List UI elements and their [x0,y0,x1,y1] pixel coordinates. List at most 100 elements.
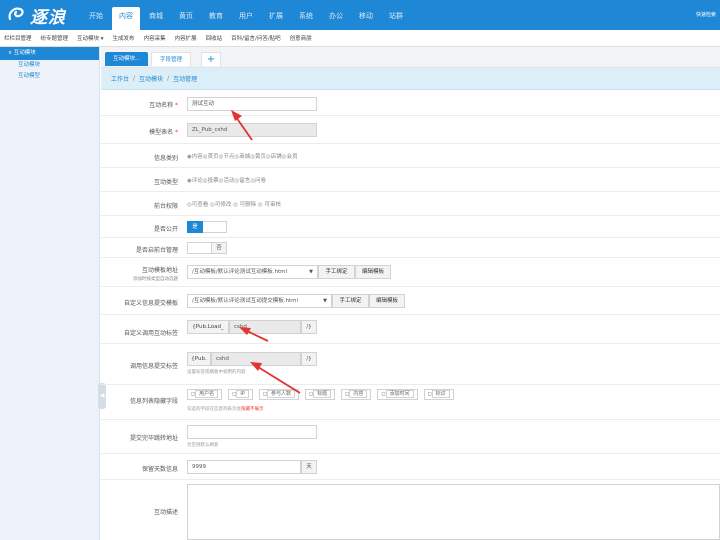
breadcrumb: 工作台 / 互动模块 / 互动管理 [101,68,720,90]
info-type-radios[interactable]: ◉内容◎首页◎节点◎商城◎黄页◎店铺◎会员 [187,152,298,160]
name-input[interactable]: 测试互动 [187,97,317,111]
subnav-creative[interactable]: 创意商朋 [290,34,312,42]
nav-mobile[interactable]: 移动 [352,7,380,25]
nav-site-group[interactable]: 站群 [382,7,410,25]
tab-interactive-module[interactable]: 互动模块... [105,52,149,66]
row-info-type: 信息类别 ◉内容◎首页◎节点◎商城◎黄页◎店铺◎会员 [101,144,720,168]
custom-tag-input[interactable]: cshd [229,320,301,334]
row-name: 互动名称 * 测试互动 [101,90,720,116]
template-label: 互动模板地址 添加时按类型自动选题 [133,267,178,282]
sidebar-item-interactive-module[interactable]: 互动模块 [0,60,99,71]
table-name-label: 模型表名 * [149,129,178,136]
retention-days-label: 保留天数信息 [141,466,178,473]
info-type-label: 信息类别 [153,155,178,162]
row-retention-days: 保留天数信息 9999 天 [101,454,720,480]
subnav-topic-mgmt[interactable]: 纷专题管理 [41,34,69,42]
nav-office[interactable]: 办公 [322,7,350,25]
row-call-tag: 调用信息提交标签 {Pub. cshd /} 设置标签或模板中调用的内容 [101,344,720,385]
add-tab-button[interactable]: + [201,52,221,66]
breadcrumb-interactive-management: 互动管理 [173,76,198,83]
subnav-column-mgmt[interactable]: 栏栏目管理 [4,34,32,42]
row-submit-template: 自定义信息提交模板 /互动模板/默认评论测试互动提交模板.html ▼ 手工绑定 … [101,287,720,315]
subnav-recycle-bin[interactable]: 回收站 [206,34,223,42]
row-custom-tag: 自定义调用互动标签 {Pub.Load_ cshd /} [101,315,720,344]
custom-tag-label: 自定义调用互动标签 [123,330,178,337]
submit-template-select[interactable]: /互动模板/默认评论测试互动提交模板.html ▼ [187,294,332,308]
tab-field-management[interactable]: 字段管理 [151,52,192,66]
custom-tag-prefix: {Pub.Load_ [187,320,229,334]
manual-bind-button[interactable]: 手工绑定 [318,265,355,279]
sidebar: ∨ 互动模块 互动模块 互动模型 [0,47,100,540]
call-tag-hint: 设置标签或模板中调用的内容 [187,370,246,375]
row-hidden-fields: 信息列表隐藏字段 ◻ 用户名 ◻ IP ◻ 参与人数 ◻ 标题 ◻ 内容 ◻ 添加时间 ◻ 标… [101,385,720,420]
manual-bind-button-2[interactable]: 手工绑定 [332,294,369,308]
row-description: 互动描述 [101,480,720,540]
hidden-fields-hint: 勾选的字段在信息列表页会隐藏不展示 [187,407,264,412]
field-checkbox-identifier[interactable]: ◻ 标识 [423,389,454,400]
sidebar-item-interactive-model[interactable]: 互动模型 [0,71,99,82]
nav-yellow-pages[interactable]: 黄页 [172,7,200,25]
field-checkbox-participants[interactable]: ◻ 参与人数 [258,389,299,400]
call-tag-prefix: {Pub. [187,352,211,366]
row-frontend-mgmt: 是否启前台管理 否 [101,238,720,258]
redirect-input[interactable] [187,425,317,439]
frontend-mgmt-label: 是否启前台管理 [135,247,178,254]
edit-template-button[interactable]: 编辑模板 [355,265,391,279]
interactive-form: 互动名称 * 测试互动 模型表名 * ZL_Pub_cshd 信息类别 ◉内容◎… [101,90,720,540]
nav-shop[interactable]: 商城 [142,7,170,25]
custom-tag-suffix: /} [301,320,317,334]
template-select[interactable]: /互动模板/默认评论测试互动模板.html ▼ [187,265,318,279]
logo[interactable]: 逐浪 [6,4,66,28]
breadcrumb-interactive-module[interactable]: 互动模块 [139,74,163,83]
row-table-name: 模型表名 * ZL_Pub_cshd [101,116,720,144]
subnav-collect[interactable]: 内容采集 [144,34,166,42]
field-checkbox-ip[interactable]: ◻ IP [228,389,253,400]
call-tag-label: 调用信息提交标签 [129,363,178,370]
nav-system[interactable]: 系统 [292,7,320,25]
sub-navigation-bar: 栏栏目管理 纷专题管理 互动模块 ▾ 生成发布 内容采集 内容扩展 回收站 百科… [0,30,720,47]
nav-users[interactable]: 用户 [232,7,260,25]
interact-type-radios[interactable]: ◉评论◎投票◎活动◎留言◎问卷 [187,176,266,184]
nav-content[interactable]: 内容 [112,7,140,30]
field-checkbox-added-time[interactable]: ◻ 添加时间 [377,389,418,400]
call-tag-suffix: /} [301,352,317,366]
subnav-extend[interactable]: 内容扩展 [175,34,197,42]
permissions-label: 前台权限 [153,203,178,210]
sidebar-header[interactable]: ∨ 互动模块 [0,47,99,60]
chevron-down-icon: ▼ [309,269,313,275]
retention-days-input[interactable]: 9999 [187,460,301,474]
frontend-mgmt-toggle-off[interactable]: 否 [211,242,227,254]
hidden-fields-label: 信息列表隐藏字段 [129,398,178,405]
nav-extensions[interactable]: 扩展 [262,7,290,25]
nav-education[interactable]: 教育 [202,7,230,25]
subnav-publish[interactable]: 生成发布 [113,34,135,42]
top-navigation-bar: 逐浪 开始 内容 商城 黄页 教育 用户 扩展 系统 办公 移动 站群 快速检索 [0,0,720,30]
subnav-interactive-module[interactable]: 互动模块 ▾ [77,34,104,42]
frontend-mgmt-toggle[interactable]: 否 [187,242,227,254]
field-checkbox-content[interactable]: ◻ 内容 [341,389,372,400]
tab-bar: 互动模块... 字段管理 + [101,47,720,68]
public-toggle-on[interactable]: 是 [187,221,203,233]
edit-template-button-2[interactable]: 编辑模板 [369,294,405,308]
public-toggle[interactable]: 是 [187,221,227,233]
description-label: 互动描述 [153,509,178,516]
breadcrumb-workbench[interactable]: 工作台 [111,74,129,83]
permissions-checkboxes[interactable]: ◎可查看 ◎可修改 ◎ 可删除 ◎ 可审核 [187,200,281,208]
description-textarea[interactable] [187,484,720,540]
public-label: 是否公开 [153,226,178,233]
field-checkbox-title[interactable]: ◻ 标题 [305,389,336,400]
interact-type-label: 互动类型 [153,179,178,186]
row-permissions: 前台权限 ◎可查看 ◎可修改 ◎ 可删除 ◎ 可审核 [101,192,720,216]
quick-search-link[interactable]: 快速检索 [696,11,716,18]
table-name-input[interactable]: ZL_Pub_cshd [187,123,317,137]
redirect-hint: 为空则默认刷新 [187,443,219,448]
field-checkbox-username[interactable]: ◻ 用户名 [187,389,223,400]
subnav-wiki-forum[interactable]: 百科/留言/问答/贴吧 [231,34,281,42]
call-tag-input[interactable]: cshd [211,352,301,366]
row-public: 是否公开 是 [101,216,720,238]
row-interact-type: 互动类型 ◉评论◎投票◎活动◎留言◎问卷 [101,168,720,192]
hidden-fields-checkboxes: ◻ 用户名 ◻ IP ◻ 参与人数 ◻ 标题 ◻ 内容 ◻ 添加时间 ◻ 标识 [187,389,454,400]
retention-days-unit: 天 [301,460,317,474]
nav-start[interactable]: 开始 [82,7,110,25]
main-nav: 开始 内容 商城 黄页 教育 用户 扩展 系统 办公 移动 站群 [82,7,410,30]
